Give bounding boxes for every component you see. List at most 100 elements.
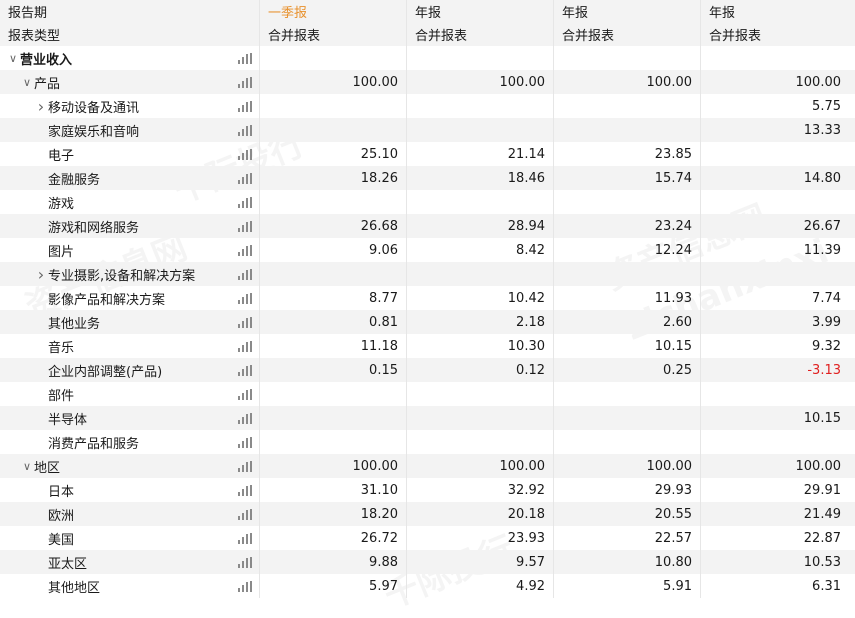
bar-chart-icon[interactable] xyxy=(238,509,252,520)
value-cell: 100.00 xyxy=(701,454,849,478)
table-row[interactable]: 音乐 11.18 10.30 10.15 9.32 xyxy=(0,334,855,358)
period-col-1[interactable]: 一季报 xyxy=(260,0,407,22)
value-cell xyxy=(554,430,701,454)
row-label-cell: 影像产品和解决方案 xyxy=(0,286,260,310)
chevron-right-icon[interactable]: › xyxy=(34,265,48,284)
row-label-cell: 图片 xyxy=(0,238,260,262)
value-cell xyxy=(407,190,554,214)
table-row[interactable]: 游戏 xyxy=(0,190,855,214)
table-row[interactable]: 欧洲 18.20 20.18 20.55 21.49 xyxy=(0,502,855,526)
value-cell: 26.67 xyxy=(701,214,849,238)
chevron-right-icon[interactable]: › xyxy=(34,97,48,116)
row-label: 消费产品和服务 xyxy=(48,436,140,452)
bar-chart-icon[interactable] xyxy=(238,245,252,256)
chevron-down-icon[interactable]: ∨ xyxy=(20,460,34,473)
row-label: 音乐 xyxy=(48,340,75,356)
cell-value: 22.87 xyxy=(803,530,841,546)
table-row[interactable]: 半导体 10.15 xyxy=(0,406,855,430)
value-cell: 100.00 xyxy=(260,70,407,94)
value-cell: 21.14 xyxy=(407,142,554,166)
table-row[interactable]: 图片 9.06 8.42 12.24 11.39 xyxy=(0,238,855,262)
type-label-2: 合并报表 xyxy=(415,28,468,44)
table-row[interactable]: 其他地区 5.97 4.92 5.91 6.31 xyxy=(0,574,855,598)
value-cell: 23.24 xyxy=(554,214,701,238)
cell-value: 100.00 xyxy=(795,74,842,90)
bar-chart-icon[interactable] xyxy=(238,413,252,424)
value-cell: 8.77 xyxy=(260,286,407,310)
bar-chart-icon[interactable] xyxy=(238,221,252,232)
table-row[interactable]: 金融服务 18.26 18.46 15.74 14.80 xyxy=(0,166,855,190)
bar-chart-icon[interactable] xyxy=(238,533,252,544)
value-cell xyxy=(554,46,701,70)
cell-value: 8.42 xyxy=(516,242,545,258)
bar-chart-icon[interactable] xyxy=(238,317,252,328)
row-label: 影像产品和解决方案 xyxy=(48,292,166,308)
bar-chart-icon[interactable] xyxy=(238,485,252,496)
value-cell: 100.00 xyxy=(701,70,849,94)
bar-chart-icon[interactable] xyxy=(238,581,252,592)
bar-chart-icon[interactable] xyxy=(238,341,252,352)
cell-value: 20.55 xyxy=(654,506,692,522)
value-cell: 7.74 xyxy=(701,286,849,310)
bar-chart-icon[interactable] xyxy=(238,269,252,280)
cell-value: 23.93 xyxy=(507,530,545,546)
bar-chart-icon[interactable] xyxy=(238,173,252,184)
value-cell xyxy=(260,382,407,406)
cell-value: 23.85 xyxy=(654,146,692,162)
value-cell xyxy=(701,46,849,70)
bar-chart-icon[interactable] xyxy=(238,461,252,472)
table-row[interactable]: ∨ 地区 100.00 100.00 100.00 100.00 xyxy=(0,454,855,478)
period-col-4[interactable]: 年报 xyxy=(701,0,849,22)
period-col-2[interactable]: 年报 xyxy=(407,0,554,22)
bar-chart-icon[interactable] xyxy=(238,557,252,568)
bar-chart-icon[interactable] xyxy=(238,77,252,88)
table-row[interactable]: ∨ 营业收入 xyxy=(0,46,855,70)
value-cell: 9.88 xyxy=(260,550,407,574)
chevron-down-icon[interactable]: ∨ xyxy=(6,52,20,65)
cell-value: 7.74 xyxy=(812,290,841,306)
bar-chart-icon[interactable] xyxy=(238,437,252,448)
table-row[interactable]: › 移动设备及通讯 5.75 xyxy=(0,94,855,118)
table-row[interactable]: 游戏和网络服务 26.68 28.94 23.24 26.67 xyxy=(0,214,855,238)
period-col-3[interactable]: 年报 xyxy=(554,0,701,22)
bar-chart-icon[interactable] xyxy=(238,101,252,112)
table-row[interactable]: › 专业摄影,设备和解决方案 xyxy=(0,262,855,286)
bar-chart-icon[interactable] xyxy=(238,149,252,160)
cell-value: 0.15 xyxy=(369,362,398,378)
table-row[interactable]: 企业内部调整(产品) 0.15 0.12 0.25 -3.13 xyxy=(0,358,855,382)
value-cell xyxy=(554,94,701,118)
row-label: 电子 xyxy=(48,148,75,164)
table-row[interactable]: 影像产品和解决方案 8.77 10.42 11.93 7.74 xyxy=(0,286,855,310)
table-row[interactable]: 部件 xyxy=(0,382,855,406)
cell-value: 11.93 xyxy=(654,290,692,306)
cell-value: 10.42 xyxy=(507,290,545,306)
table-row[interactable]: 亚太区 9.88 9.57 10.80 10.53 xyxy=(0,550,855,574)
bar-chart-icon[interactable] xyxy=(238,197,252,208)
table-row[interactable]: 日本 31.10 32.92 29.93 29.91 xyxy=(0,478,855,502)
bar-chart-icon[interactable] xyxy=(238,389,252,400)
value-cell: 26.68 xyxy=(260,214,407,238)
cell-value: -3.13 xyxy=(807,362,841,378)
cell-value: 9.57 xyxy=(516,554,545,570)
table-row[interactable]: 其他业务 0.81 2.18 2.60 3.99 xyxy=(0,310,855,334)
cell-value: 23.24 xyxy=(654,218,692,234)
chevron-down-icon[interactable]: ∨ xyxy=(20,76,34,89)
value-cell: 10.15 xyxy=(701,406,849,430)
cell-value: 9.06 xyxy=(369,242,398,258)
value-cell: 100.00 xyxy=(407,70,554,94)
table-row[interactable]: 电子 25.10 21.14 23.85 xyxy=(0,142,855,166)
value-cell: 32.92 xyxy=(407,478,554,502)
bar-chart-icon[interactable] xyxy=(238,125,252,136)
bar-chart-icon[interactable] xyxy=(238,293,252,304)
table-row[interactable]: 消费产品和服务 xyxy=(0,430,855,454)
row-label-cell: 其他地区 xyxy=(0,574,260,598)
type-col-1: 合并报表 xyxy=(260,22,407,46)
table-row[interactable]: 美国 26.72 23.93 22.57 22.87 xyxy=(0,526,855,550)
table-row[interactable]: ∨ 产品 100.00 100.00 100.00 100.00 xyxy=(0,70,855,94)
table-row[interactable]: 家庭娱乐和音响 13.33 xyxy=(0,118,855,142)
row-label-cell: 亚太区 xyxy=(0,550,260,574)
bar-chart-icon[interactable] xyxy=(238,365,252,376)
bar-chart-icon[interactable] xyxy=(238,53,252,64)
row-label-cell: ∨ 地区 xyxy=(0,454,260,478)
cell-value: 26.68 xyxy=(360,218,398,234)
